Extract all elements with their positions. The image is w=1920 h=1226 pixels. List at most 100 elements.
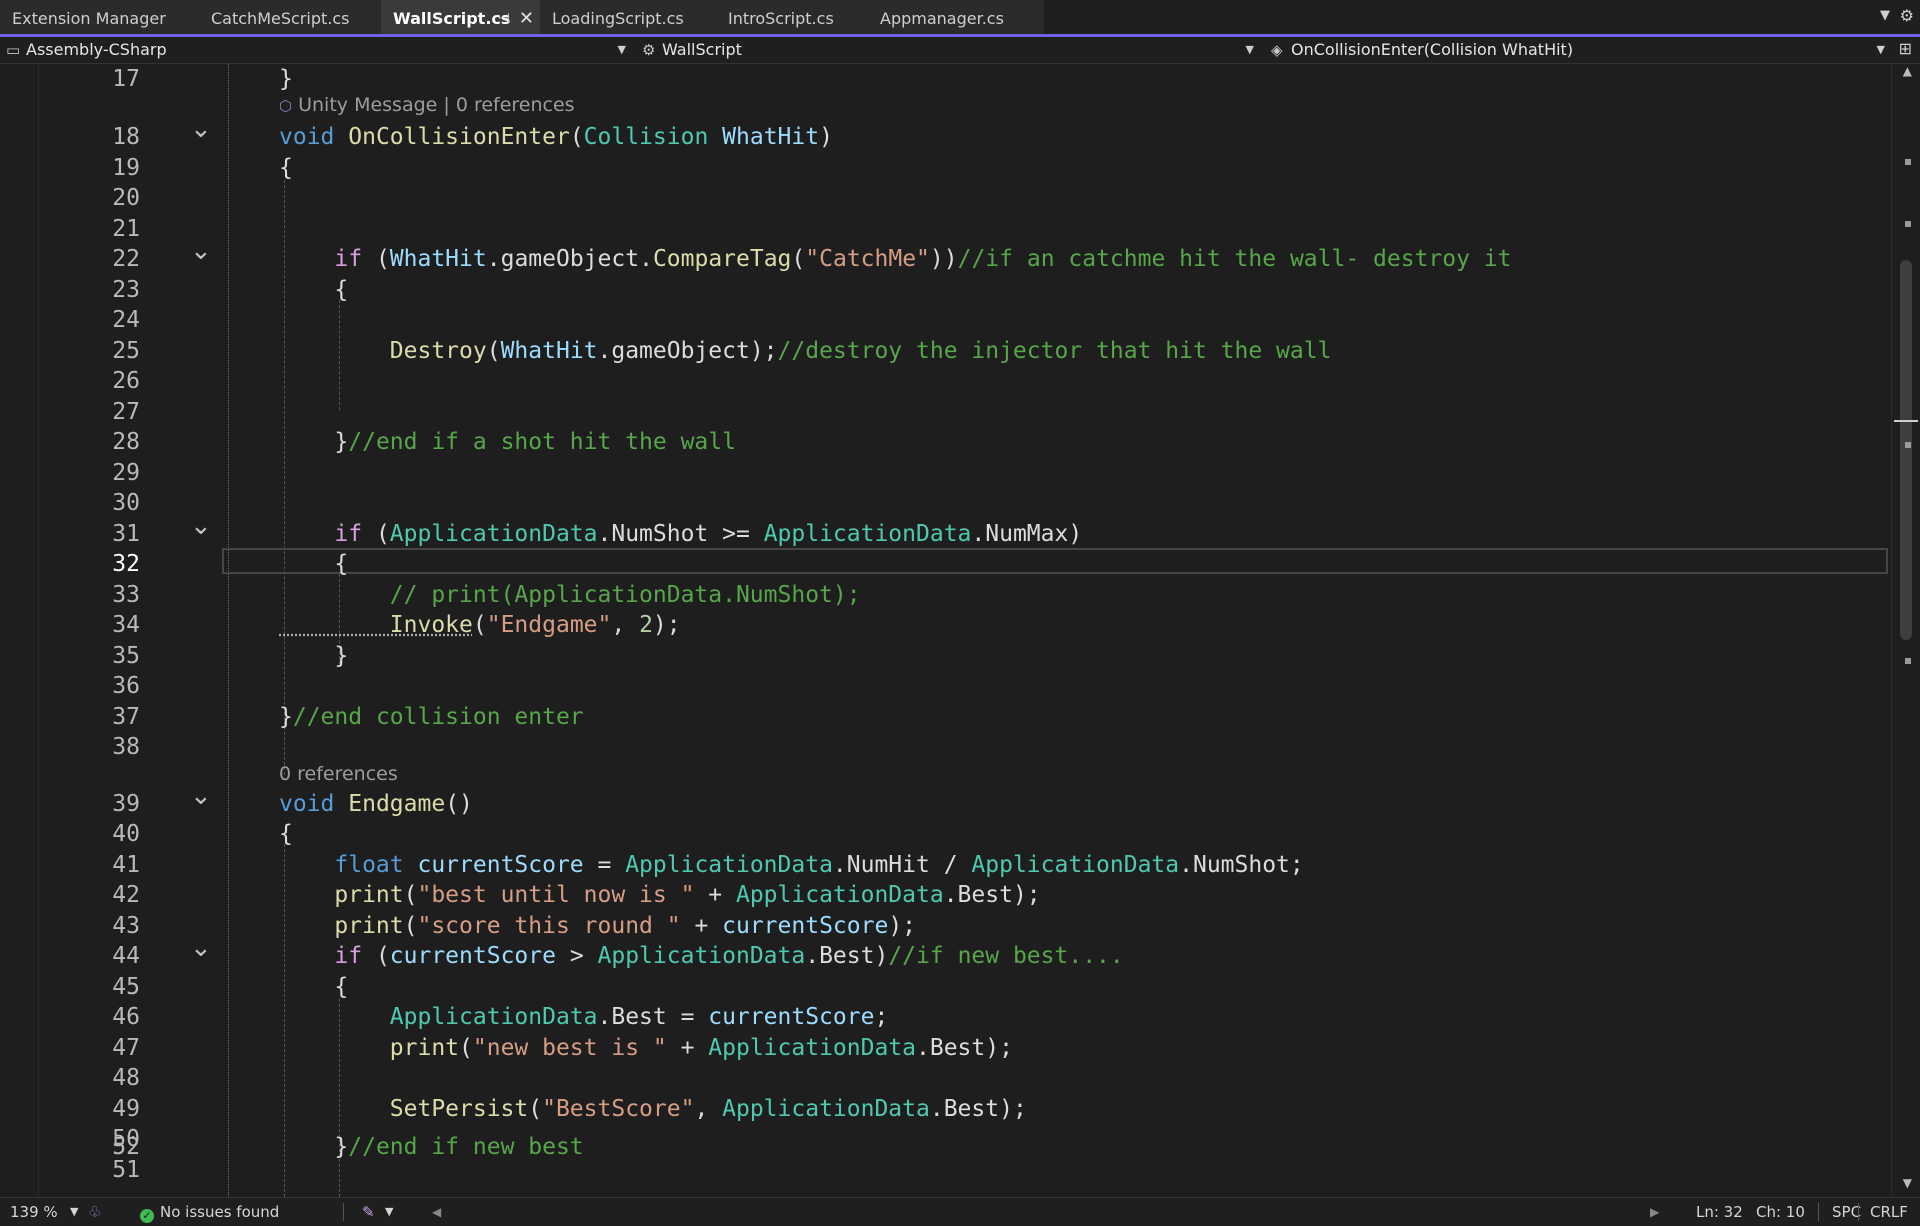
fold-chevron-icon[interactable]: ⌄ (190, 511, 212, 541)
code-line[interactable]: 49 SetPersist("BestScore", ApplicationDa… (0, 1094, 1890, 1124)
fold-chevron-icon[interactable]: ⌄ (190, 781, 212, 811)
code-line[interactable]: 28 }//end if a shot hit the wall (0, 427, 1890, 457)
codelens-unity-message[interactable]: ⬡ Unity Message | 0 references (279, 93, 575, 117)
member-dropdown[interactable]: ◈ OnCollisionEnter(Collision WhatHit) ▼ (1265, 38, 1891, 62)
vertical-scrollbar[interactable]: ▲ ▼ (1891, 64, 1920, 1197)
code-token: ( (472, 612, 487, 638)
code-line[interactable]: 19 { (0, 153, 1890, 183)
code-text: Invoke("Endgame", 2); (279, 610, 681, 640)
tab-catchmescript[interactable]: CatchMeScript.cs (199, 0, 389, 34)
line-number: 34 (112, 612, 140, 638)
split-window-icon[interactable]: ⊞ (1899, 39, 1912, 58)
tab-loadingscript[interactable]: LoadingScript.cs (540, 0, 718, 34)
code-token: .Best) (805, 943, 889, 969)
line-number: 20 (112, 185, 140, 211)
code-line[interactable]: 29 (0, 458, 1890, 488)
type-dropdown[interactable]: ⚙ WallScript ▼ (636, 38, 1260, 62)
code-line[interactable]: 18 ⌄ void OnCollisionEnter(Collision WhatH… (0, 114, 1890, 152)
tab-introscript[interactable]: IntroScript.cs (716, 0, 878, 34)
fold-chevron-icon[interactable]: ⌄ (190, 114, 212, 144)
code-line[interactable]: 32 { (0, 549, 1890, 579)
code-line[interactable]: 40 { (0, 819, 1890, 849)
gear-icon[interactable]: ⚙ (1900, 6, 1914, 25)
code-line[interactable]: 46 ApplicationData.Best = currentScore; (0, 1002, 1890, 1032)
chevron-down-icon[interactable]: ▼ (385, 1198, 393, 1226)
code-text: Destroy(WhatHit.gameObject);//destroy th… (279, 336, 1332, 366)
code-line[interactable]: 39 ⌄ void Endgame() (0, 781, 1890, 819)
code-token: { (279, 155, 293, 181)
zoom-level[interactable]: 139 % (10, 1198, 58, 1226)
code-line[interactable]: 41 float currentScore = ApplicationData.… (0, 850, 1890, 880)
code-line[interactable]: 52 }//end if new best (0, 1132, 1890, 1162)
code-line[interactable]: 31 ⌄ if (ApplicationData.NumShot >= Appli… (0, 511, 1890, 549)
code-line[interactable]: 48 (0, 1063, 1890, 1093)
code-line[interactable]: 35 } (0, 641, 1890, 671)
code-line[interactable]: 22 ⌄ if (WhatHit.gameObject.CompareTag("C… (0, 236, 1890, 274)
code-line[interactable]: 38 (0, 732, 1890, 762)
copilot-icon[interactable]: ♧ (88, 1198, 101, 1226)
scroll-right-arrow-icon[interactable]: ▶ (1650, 1198, 1659, 1226)
code-line[interactable]: 33 // print(ApplicationData.NumShot); (0, 580, 1890, 610)
code-line[interactable]: 20 (0, 183, 1890, 213)
class-icon: ⚙ (642, 41, 656, 59)
line-number: 27 (112, 399, 140, 425)
code-line[interactable]: 21 (0, 214, 1890, 244)
code-line[interactable]: 42 print("best until now is " + Applicat… (0, 880, 1890, 910)
code-line[interactable]: 43 print("score this round " + currentSc… (0, 911, 1890, 941)
tab-label: CatchMeScript.cs (211, 9, 350, 28)
code-token: OnCollisionEnter (348, 124, 570, 150)
fold-chevron-icon[interactable]: ⌄ (190, 236, 212, 266)
code-token: ApplicationData (279, 1004, 598, 1030)
column-indicator[interactable]: Ch: 10 (1756, 1198, 1805, 1226)
scroll-up-arrow-icon[interactable]: ▲ (1903, 64, 1912, 78)
code-text: }//end if new best (279, 1132, 583, 1162)
chevron-down-icon[interactable]: ▼ (70, 1198, 78, 1226)
scrollbar-thumb[interactable] (1900, 260, 1912, 640)
code-text: } (279, 64, 293, 94)
line-number: 43 (112, 913, 140, 939)
line-number: 42 (112, 882, 140, 908)
code-cleanup-icon[interactable]: ✎ (362, 1198, 375, 1226)
check-circle-icon: ✓ (140, 1209, 154, 1223)
tab-wallscript[interactable]: WallScript.cs ⊣ ✕ (381, 0, 545, 34)
member-dropdown-value: OnCollisionEnter(Collision WhatHit) (1291, 40, 1574, 59)
project-dropdown[interactable]: ▭ Assembly-CSharp ▼ (0, 38, 632, 62)
code-line[interactable]: 27 (0, 397, 1890, 427)
code-editor[interactable]: ⬡ Unity Message | 0 references 0 referenc… (0, 64, 1920, 1197)
scroll-left-arrow-icon[interactable]: ◀ (432, 1198, 441, 1226)
spacing-indicator[interactable]: SPC (1832, 1198, 1861, 1226)
codelens-endgame-references[interactable]: 0 references (279, 762, 398, 786)
code-line[interactable]: 26 (0, 366, 1890, 396)
issues-indicator[interactable]: ✓ No issues found (140, 1198, 279, 1226)
chevron-down-icon[interactable]: ▼ (1880, 8, 1890, 23)
code-token: ( (403, 882, 418, 908)
fold-chevron-icon[interactable]: ⌄ (190, 933, 212, 963)
code-token: .Best); (943, 882, 1041, 908)
code-line[interactable]: 25 Destroy(WhatHit.gameObject);//destroy… (0, 336, 1890, 366)
code-line[interactable]: 44 ⌄ if (currentScore > ApplicationData.B… (0, 933, 1890, 971)
line-ending-indicator[interactable]: CRLF (1870, 1198, 1908, 1226)
line-number-indicator[interactable]: Ln: 32 (1696, 1198, 1743, 1226)
scroll-down-arrow-icon[interactable]: ▼ (1903, 1176, 1912, 1190)
code-line[interactable]: 34 Invoke("Endgame", 2); (0, 610, 1890, 640)
tab-extension-manager[interactable]: Extension Manager (0, 0, 202, 34)
code-line[interactable]: 24 (0, 305, 1890, 335)
code-text: print("best until now is " + Application… (279, 880, 1041, 910)
code-line[interactable]: 23 { (0, 275, 1890, 305)
code-line[interactable]: 30 (0, 488, 1890, 518)
code-text: { (279, 153, 293, 183)
code-text: } (279, 641, 348, 671)
pin-icon[interactable]: ⊣ (498, 0, 510, 38)
code-line[interactable]: 17} (0, 64, 1890, 94)
tab-label: WallScript.cs (393, 9, 511, 28)
code-line[interactable]: 45 { (0, 972, 1890, 1002)
code-token: ) (819, 124, 833, 150)
code-line[interactable]: 47 print("new best is " + ApplicationDat… (0, 1033, 1890, 1063)
close-icon[interactable]: ✕ (519, 0, 534, 38)
chevron-down-icon: ▼ (1245, 43, 1254, 56)
code-line[interactable]: 36 (0, 671, 1890, 701)
tab-appmanager[interactable]: Appmanager.cs (868, 0, 1045, 34)
code-token: 2 (639, 612, 653, 638)
code-line[interactable]: 37}//end collision enter (0, 702, 1890, 732)
unity-cube-icon: ⬡ (279, 97, 293, 115)
